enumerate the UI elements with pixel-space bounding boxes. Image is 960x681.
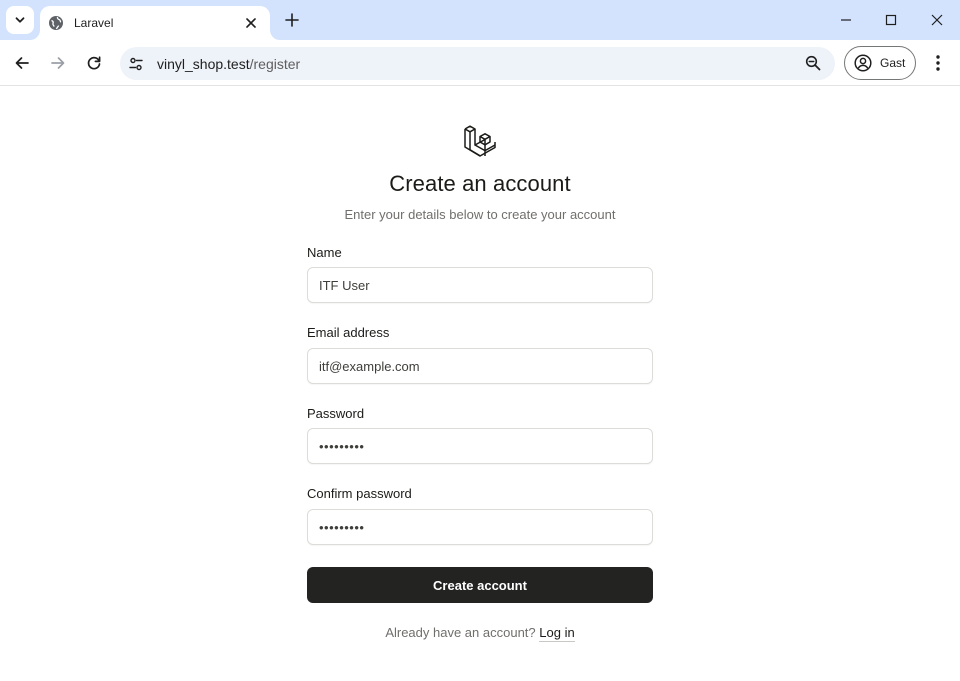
login-prompt: Already have an account? Log in bbox=[0, 625, 960, 642]
url-host: vinyl_shop.test bbox=[157, 55, 250, 72]
globe-icon bbox=[48, 15, 64, 31]
arrow-left-icon bbox=[15, 57, 29, 69]
profile-button[interactable]: Gast bbox=[844, 46, 916, 80]
email-label: Email address bbox=[307, 325, 390, 340]
create-account-button[interactable]: Create account bbox=[307, 567, 653, 603]
name-input[interactable] bbox=[307, 267, 653, 303]
reload-icon bbox=[87, 56, 101, 70]
tab-strip: Laravel bbox=[0, 0, 960, 40]
maximize-icon bbox=[885, 14, 897, 26]
page-subtitle: Enter your details below to create your … bbox=[344, 207, 616, 222]
login-prompt-text: Already have an account? bbox=[385, 625, 536, 640]
close-tab-icon[interactable] bbox=[242, 14, 260, 32]
url-path: /register bbox=[249, 55, 301, 72]
back-button[interactable] bbox=[8, 49, 36, 77]
email-input[interactable] bbox=[307, 348, 653, 384]
minimize-button[interactable] bbox=[834, 8, 858, 32]
name-label: Name bbox=[307, 245, 342, 260]
page-title: Create an account bbox=[389, 171, 571, 196]
maximize-button[interactable] bbox=[879, 8, 903, 32]
minimize-icon bbox=[841, 19, 851, 21]
close-window-button[interactable] bbox=[925, 8, 949, 32]
password-label: Password bbox=[307, 406, 365, 421]
zoom-icon[interactable] bbox=[803, 53, 823, 73]
login-link[interactable]: Log in bbox=[539, 625, 575, 642]
account-circle-icon bbox=[854, 54, 872, 72]
address-bar[interactable]: vinyl_shop.test/register bbox=[120, 47, 835, 80]
tab-title: Laravel bbox=[74, 16, 114, 30]
reload-button[interactable] bbox=[80, 49, 108, 77]
password-input[interactable] bbox=[307, 428, 653, 464]
browser-tab-active[interactable]: Laravel bbox=[40, 6, 270, 40]
confirm-password-input[interactable] bbox=[307, 509, 653, 545]
new-tab-button[interactable] bbox=[280, 8, 304, 32]
browser-menu-button[interactable] bbox=[926, 49, 950, 77]
confirm-password-label: Confirm password bbox=[307, 486, 412, 501]
laravel-logo-icon bbox=[464, 125, 496, 157]
close-icon bbox=[931, 14, 943, 26]
forward-button[interactable] bbox=[44, 49, 72, 77]
browser-toolbar: vinyl_shop.test/register Gast bbox=[0, 40, 960, 86]
arrow-right-icon bbox=[51, 57, 65, 69]
profile-label: Gast bbox=[880, 56, 906, 70]
chevron-down-icon bbox=[15, 17, 25, 23]
plus-icon bbox=[285, 13, 299, 27]
more-vertical-icon bbox=[936, 55, 940, 71]
register-page: Create an account Enter your details bel… bbox=[0, 87, 960, 681]
url-text[interactable]: vinyl_shop.test/register bbox=[157, 56, 300, 72]
site-settings-icon[interactable] bbox=[123, 51, 149, 77]
